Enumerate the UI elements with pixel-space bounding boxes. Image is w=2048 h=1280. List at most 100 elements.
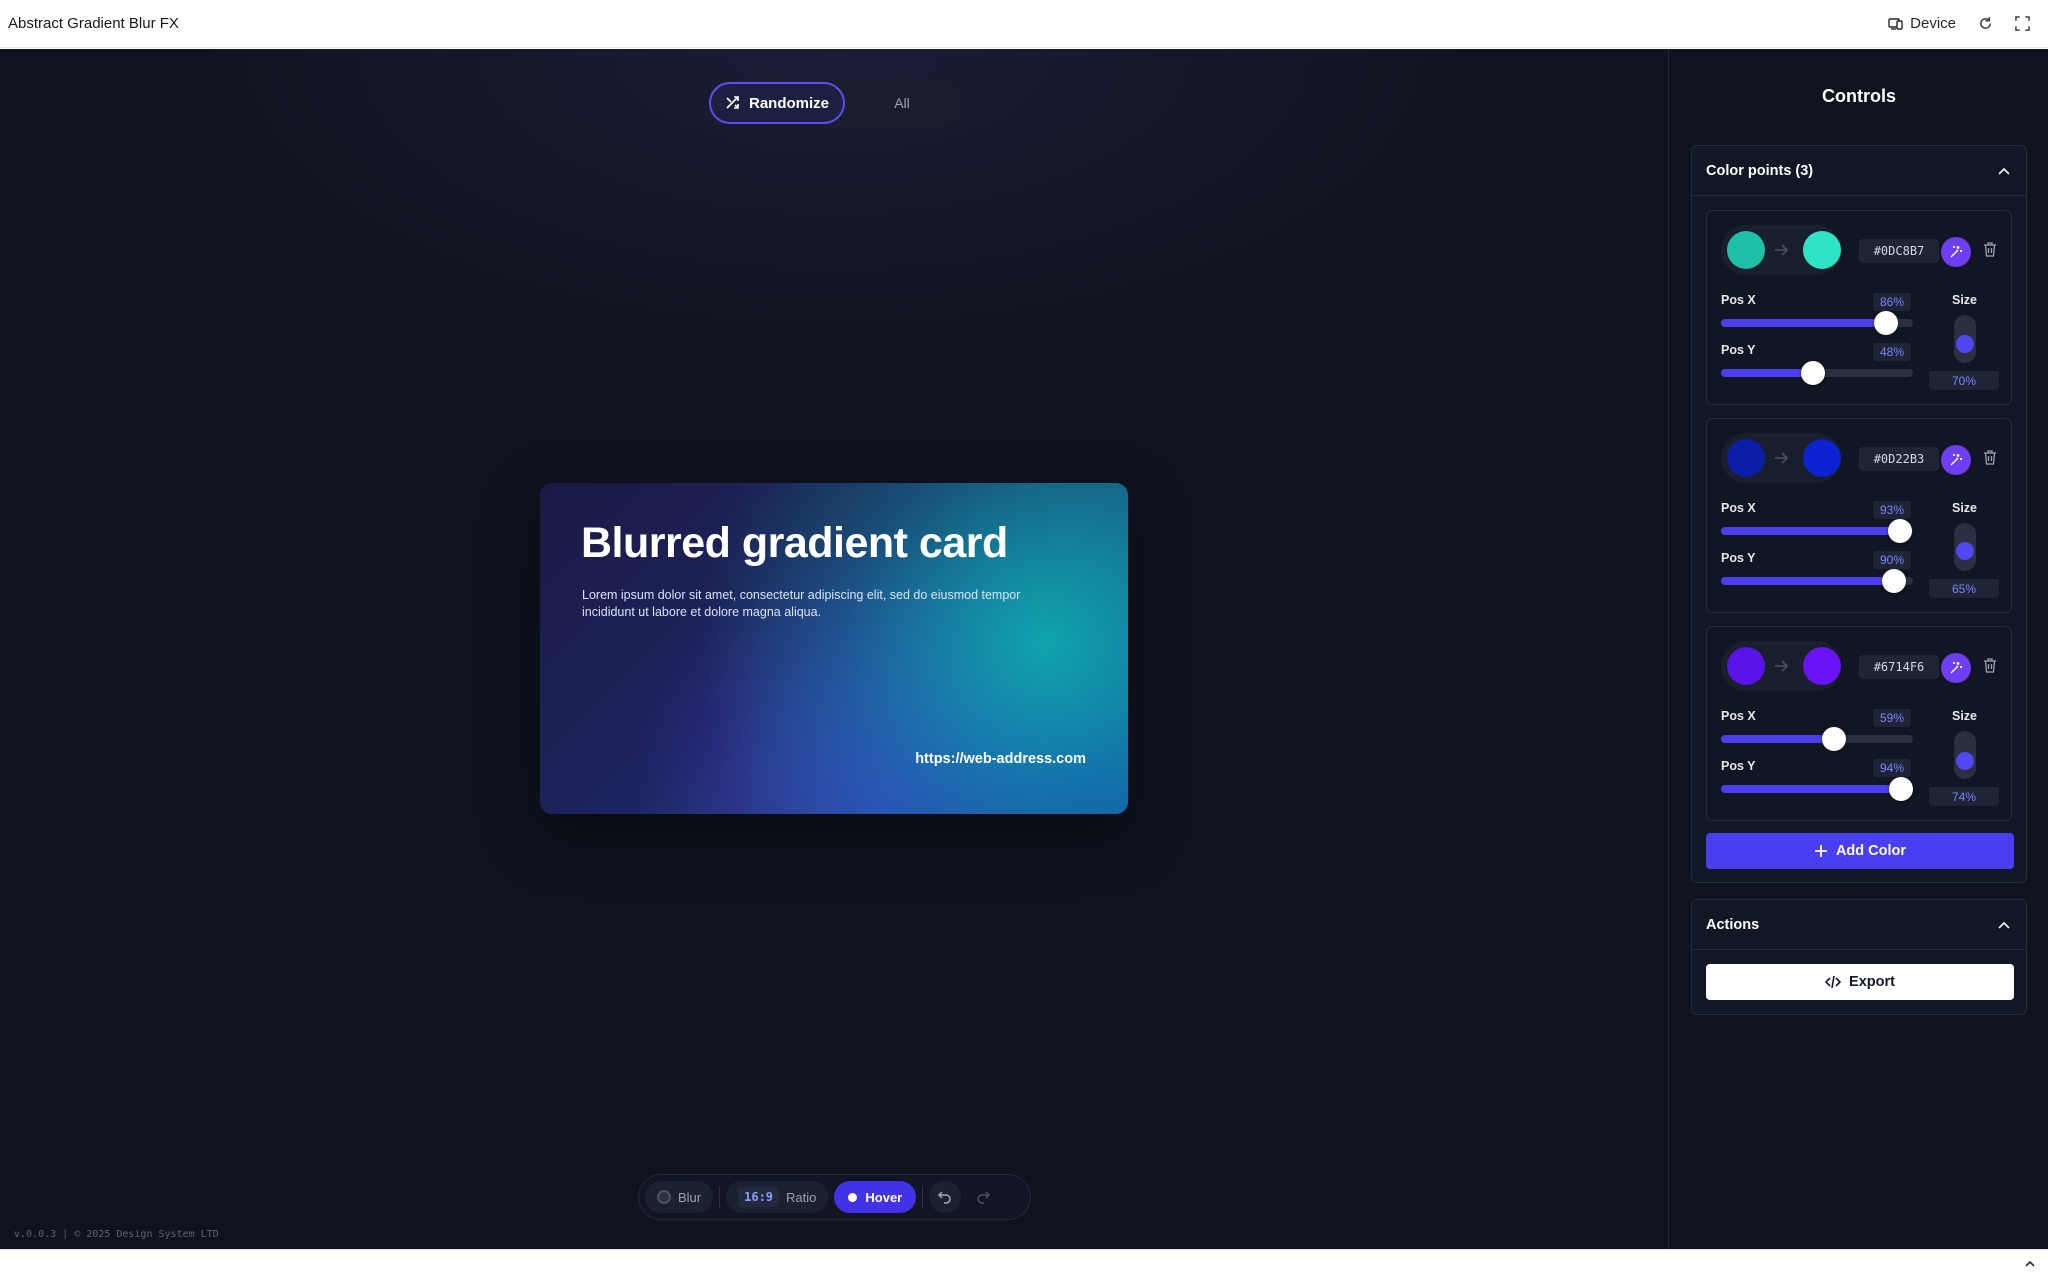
blur-icon	[657, 1190, 671, 1204]
all-label: All	[894, 95, 910, 111]
arrow-right-icon	[1775, 452, 1789, 464]
from-color-swatch[interactable]	[1727, 231, 1765, 269]
pos-x-value: 86%	[1873, 293, 1912, 311]
size-slider[interactable]	[1954, 731, 1976, 779]
color-points-header[interactable]: Color points (3)	[1692, 146, 2026, 196]
size-label: Size	[1952, 293, 1978, 307]
pos-y-thumb[interactable]	[1889, 777, 1914, 801]
export-button[interactable]: Export	[1706, 964, 2014, 1000]
pos-y-thumb[interactable]	[1801, 361, 1826, 385]
pos-x-value: 93%	[1873, 501, 1912, 519]
color-swatch-pair	[1721, 433, 1841, 483]
card-title: Blurred gradient card	[581, 519, 1008, 567]
actions-header[interactable]: Actions	[1692, 900, 2026, 950]
refresh-icon[interactable]	[1978, 16, 1993, 31]
pos-y-value: 48%	[1873, 343, 1912, 361]
color-points-title: Color points (3)	[1706, 162, 1814, 179]
undo-button[interactable]	[929, 1181, 962, 1213]
pos-x-slider[interactable]	[1721, 727, 1913, 751]
top-bar: Abstract Gradient Blur FX Device	[0, 0, 2048, 48]
chevron-up-icon	[1998, 921, 2010, 929]
hex-input[interactable]: #6714F6	[1859, 655, 1939, 679]
actions-section: Actions Export	[1691, 899, 2027, 1015]
device-icon	[1888, 17, 1903, 30]
device-button[interactable]: Device	[1888, 15, 1956, 32]
bottom-toolbar: Blur 16:9 Ratio Hover	[638, 1174, 1031, 1220]
to-color-swatch[interactable]	[1803, 439, 1841, 477]
redo-button[interactable]	[967, 1181, 999, 1213]
export-label: Export	[1849, 974, 1895, 990]
hex-input[interactable]: #0D22B3	[1859, 447, 1939, 471]
magic-wand-button[interactable]	[1941, 237, 1971, 267]
trash-icon[interactable]	[1983, 450, 1997, 465]
trash-icon[interactable]	[1983, 658, 1997, 673]
pos-x-label: Pos X	[1721, 293, 1756, 307]
blur-label: Blur	[678, 1189, 702, 1205]
panel-title: Controls	[1822, 86, 1896, 106]
to-color-swatch[interactable]	[1803, 231, 1841, 269]
pos-x-thumb[interactable]	[1887, 519, 1912, 543]
blur-toggle[interactable]: Blur	[645, 1181, 714, 1213]
magic-wand-icon	[1950, 454, 1962, 466]
pos-x-value: 59%	[1873, 709, 1912, 727]
size-value: 74%	[1929, 787, 1999, 806]
shuffle-icon	[726, 96, 739, 109]
ratio-button[interactable]: 16:9 Ratio	[726, 1181, 829, 1213]
size-slider[interactable]	[1954, 315, 1976, 363]
from-color-swatch[interactable]	[1727, 439, 1765, 477]
pos-x-slider[interactable]	[1721, 519, 1913, 543]
undo-icon	[938, 1191, 951, 1204]
gradient-card: Blurred gradient card Lorem ipsum dolor …	[540, 483, 1128, 814]
mode-segmented-control: Randomize All	[706, 79, 962, 127]
pos-x-slider[interactable]	[1721, 311, 1913, 335]
pos-y-slider[interactable]	[1721, 777, 1914, 801]
hover-toggle[interactable]: Hover	[834, 1181, 917, 1213]
device-label: Device	[1910, 15, 1956, 32]
pos-y-thumb[interactable]	[1881, 569, 1906, 593]
toolbar-divider	[922, 1186, 924, 1208]
to-color-swatch[interactable]	[1803, 647, 1841, 685]
randomize-button[interactable]: Randomize	[709, 82, 845, 124]
pos-y-label: Pos Y	[1721, 759, 1756, 773]
preview-canvas: Randomize All Blurred gradient card Lore…	[0, 49, 1668, 1249]
code-icon	[1825, 975, 1842, 989]
add-color-button[interactable]: Add Color	[1706, 833, 2014, 869]
pos-y-slider[interactable]	[1721, 569, 1913, 593]
hex-input[interactable]: #0DC8B7	[1859, 239, 1939, 263]
size-label: Size	[1952, 709, 1978, 723]
color-point-card: #0D22B3 Pos X 93% Pos Y 90% Size 65%	[1706, 418, 2012, 613]
trash-icon[interactable]	[1983, 242, 1997, 257]
all-button[interactable]: All	[845, 82, 959, 124]
card-url: https://web-address.com	[915, 751, 1086, 767]
pos-y-label: Pos Y	[1721, 551, 1756, 565]
pos-x-thumb[interactable]	[1822, 727, 1847, 751]
size-label: Size	[1952, 501, 1978, 515]
from-color-swatch[interactable]	[1727, 647, 1765, 685]
pos-y-fill	[1721, 369, 1814, 377]
pos-y-slider[interactable]	[1721, 361, 1913, 385]
hover-dot-icon	[848, 1192, 858, 1202]
magic-wand-button[interactable]	[1941, 445, 1971, 475]
size-value: 70%	[1929, 371, 1999, 390]
version-text: v.0.0.3 | © 2025 Design System LTD	[14, 1229, 219, 1240]
redo-icon	[977, 1191, 991, 1204]
color-swatch-pair	[1721, 641, 1841, 691]
caret-up-icon[interactable]	[2024, 1258, 2036, 1270]
ratio-label: Ratio	[786, 1189, 817, 1205]
pos-x-label: Pos X	[1721, 709, 1756, 723]
magic-wand-button[interactable]	[1941, 653, 1971, 683]
pos-x-thumb[interactable]	[1874, 311, 1899, 335]
fullscreen-icon[interactable]	[2015, 16, 2030, 31]
controls-panel: Controls Color points (3) #0DC8B7 Pos X …	[1668, 49, 2048, 1249]
color-point-card: #0DC8B7 Pos X 86% Pos Y 48% Size 70%	[1706, 210, 2012, 405]
size-value: 65%	[1929, 579, 1999, 598]
magic-wand-icon	[1950, 246, 1962, 258]
ratio-value: 16:9	[738, 1187, 780, 1207]
size-thumb[interactable]	[1956, 335, 1974, 354]
color-points-section: Color points (3) #0DC8B7 Pos X 86% Pos Y…	[1691, 145, 2027, 883]
pos-x-fill	[1721, 527, 1900, 535]
randomize-label: Randomize	[748, 94, 829, 112]
size-thumb[interactable]	[1956, 541, 1974, 560]
size-thumb[interactable]	[1956, 752, 1974, 771]
size-slider[interactable]	[1954, 523, 1976, 571]
